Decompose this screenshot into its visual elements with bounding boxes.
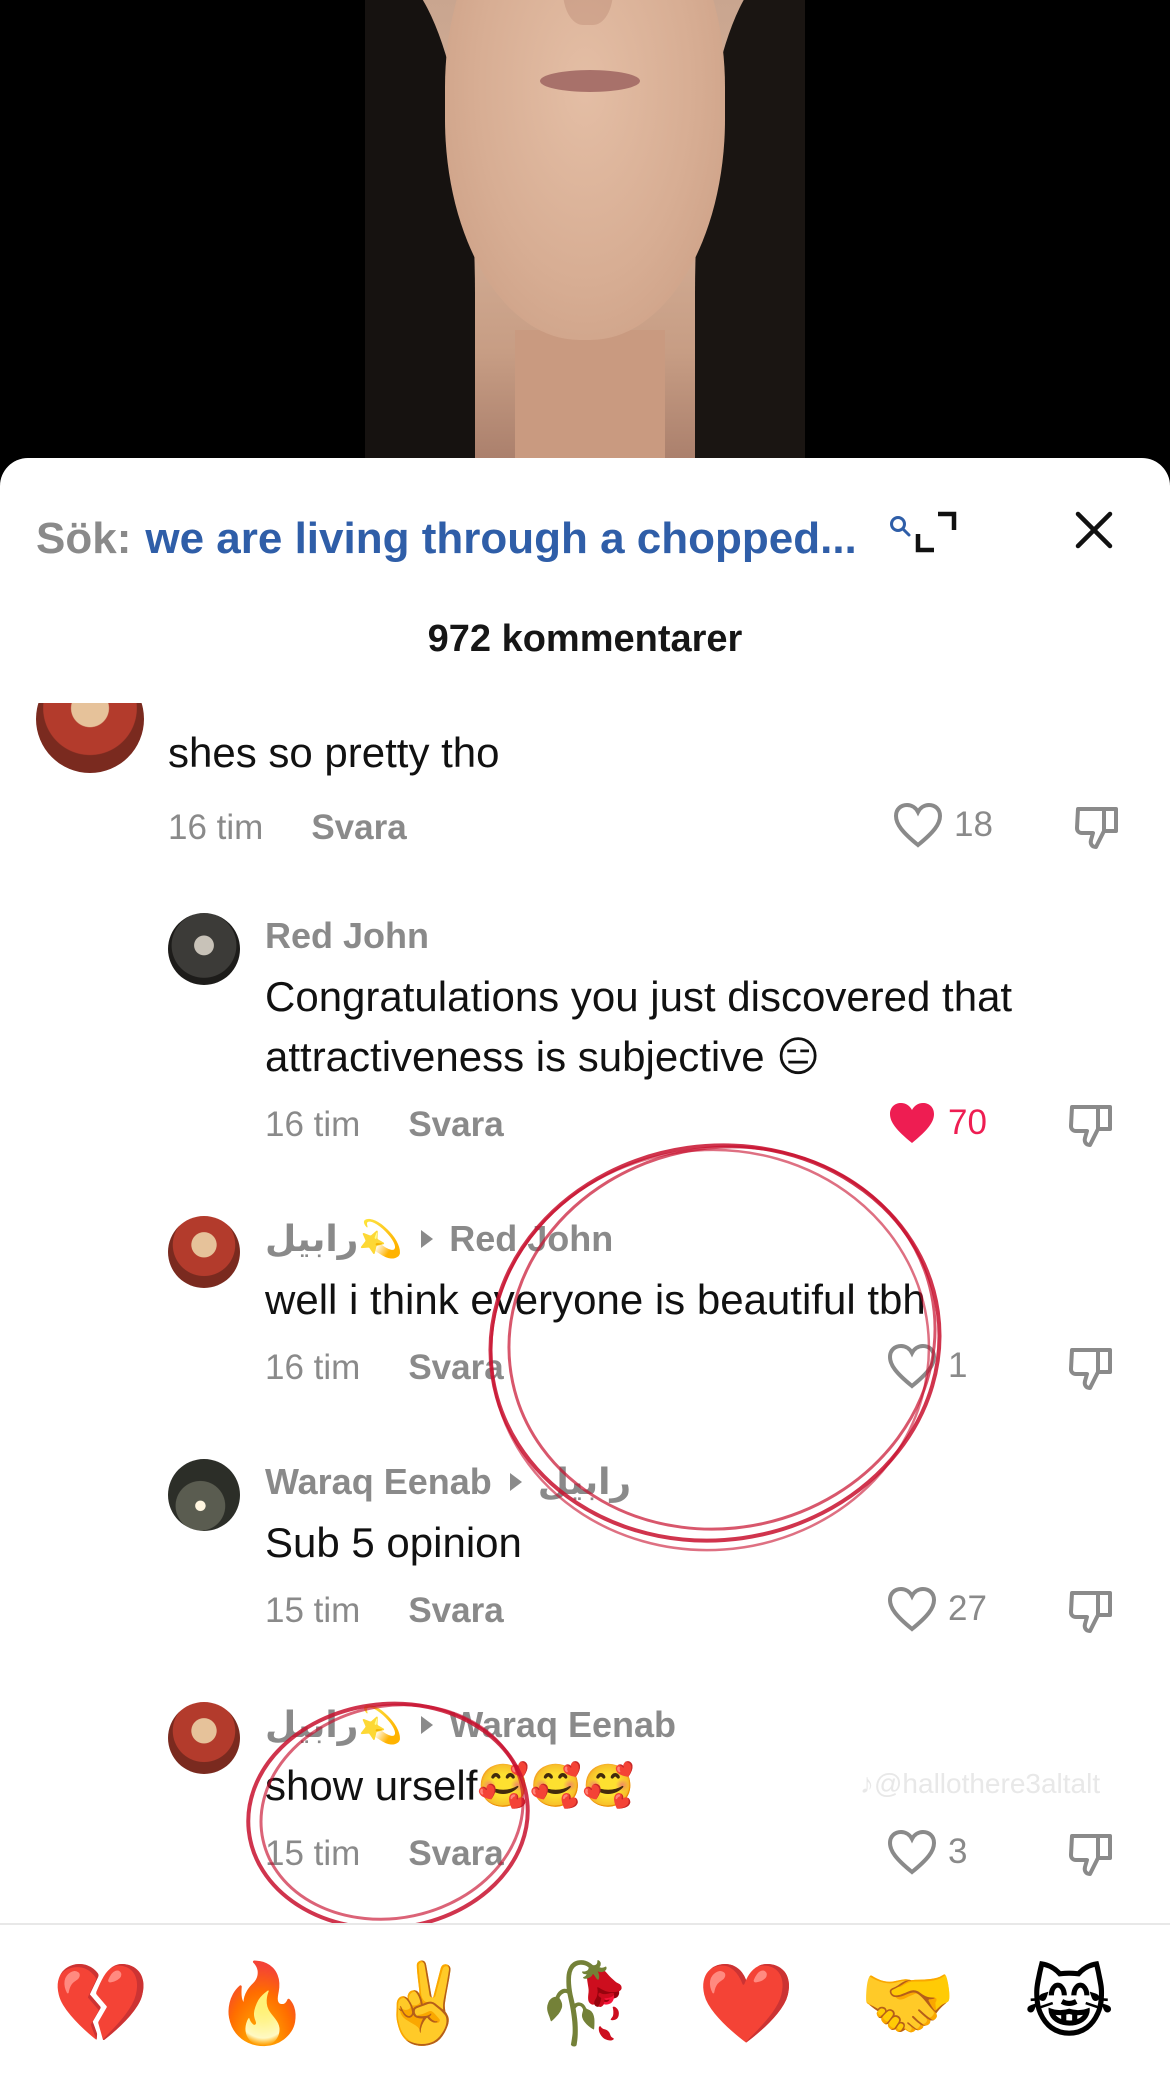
watermark: ♪@hallothere3altalt (860, 1768, 1101, 1799)
like-button[interactable]: 1 (886, 1342, 967, 1390)
like-button[interactable]: 27 (886, 1585, 987, 1633)
comments-sheet: Sök: we are living through a chopped... … (0, 458, 1170, 2080)
like-button[interactable]: 18 (892, 801, 993, 849)
dislike-icon[interactable] (1066, 1344, 1116, 1394)
comment-username[interactable]: Waraq Eenab رابيل (265, 1461, 631, 1503)
comment-username[interactable]: رابيل💫 Waraq Eenab (265, 1704, 676, 1746)
comment-meta: 15 tim Svara (265, 1834, 504, 1874)
like-count: 1 (948, 1346, 968, 1385)
comment-text: well i think everyone is beautiful tbh (265, 1276, 926, 1323)
comment-time: 16 tim (168, 808, 264, 847)
like-count: 70 (948, 1103, 987, 1142)
reply-button[interactable]: Svara (408, 1834, 503, 1873)
avatar[interactable] (168, 1459, 240, 1531)
avatar[interactable] (36, 703, 144, 773)
comment-text: shes so pretty tho (168, 729, 500, 776)
comment-text: show urself🥰🥰🥰 (265, 1762, 635, 1809)
like-count: 18 (954, 805, 993, 844)
heart-icon (887, 1829, 937, 1875)
like-button[interactable]: 70 (886, 1099, 987, 1147)
handshake-emoji[interactable]: 🤝 (853, 1964, 963, 2042)
heart-icon (887, 1343, 937, 1389)
reply-button[interactable]: Svara (408, 1348, 503, 1387)
search-suggestion[interactable]: Sök: we are living through a chopped... (36, 504, 1136, 574)
search-query-link[interactable]: we are living through a chopped... (145, 514, 856, 564)
dislike-icon[interactable] (1072, 803, 1122, 853)
wilted-rose-emoji[interactable]: 🥀 (530, 1964, 640, 2042)
comment-time: 15 tim (265, 1591, 361, 1630)
cat-tears-of-joy-emoji[interactable]: 😹 (1014, 1964, 1124, 2042)
comment-time: 15 tim (265, 1834, 361, 1873)
close-icon[interactable] (1070, 506, 1118, 554)
comment-text: Congratulations you just discovered that… (265, 973, 1013, 1080)
video-player[interactable] (0, 0, 1170, 470)
comment-username[interactable]: Red John (265, 915, 429, 957)
like-button[interactable]: 3 (886, 1828, 967, 1876)
reply-caret-icon (421, 1230, 434, 1248)
reply-to-user: Waraq Eenab (449, 1704, 676, 1745)
avatar[interactable] (168, 1216, 240, 1288)
comment-text: Sub 5 opinion (265, 1519, 522, 1566)
red-heart-emoji[interactable]: ❤️ (691, 1964, 801, 2042)
reply-caret-icon (509, 1473, 522, 1491)
emoji-reaction-bar: 💔 🔥 ✌️ 🥀 ❤️ 🤝 😹 (0, 1923, 1170, 2080)
heart-icon (893, 802, 943, 848)
avatar[interactable] (168, 913, 240, 985)
reply-button[interactable]: Svara (408, 1105, 503, 1144)
heart-icon (887, 1586, 937, 1632)
comment-count: 972 kommentarer (427, 618, 743, 660)
fire-emoji[interactable]: 🔥 (207, 1964, 317, 2042)
comment-meta: 16 tim Svara (265, 1105, 504, 1145)
reply-button[interactable]: Svara (408, 1591, 503, 1630)
broken-heart-emoji[interactable]: 💔 (46, 1964, 156, 2042)
search-prefix: Sök: (36, 514, 132, 563)
comment-list[interactable]: shes so pretty tho 16 tim Svara 18 Red Jo… (0, 703, 1170, 1883)
person-face (445, 0, 725, 340)
dislike-icon[interactable] (1066, 1587, 1116, 1637)
like-count: 3 (948, 1832, 968, 1871)
avatar[interactable] (168, 1702, 240, 1774)
heart-filled-icon (890, 1103, 934, 1143)
comment-time: 16 tim (265, 1348, 361, 1387)
expand-icon[interactable] (912, 508, 960, 556)
comment-meta: 16 tim Svara (265, 1348, 504, 1388)
video-frame (365, 0, 805, 470)
like-count: 27 (948, 1589, 987, 1628)
search-icon[interactable] (888, 514, 912, 538)
reply-to-user: رابيل (537, 1461, 632, 1502)
comment-meta: 16 tim Svara (168, 808, 407, 848)
dislike-icon[interactable] (1066, 1101, 1116, 1151)
victory-hand-emoji[interactable]: ✌️ (369, 1964, 479, 2042)
comment-time: 16 tim (265, 1105, 361, 1144)
comment-username[interactable]: رابيل💫 Red John (265, 1218, 613, 1260)
comment-meta: 15 tim Svara (265, 1591, 504, 1631)
dislike-icon[interactable] (1066, 1830, 1116, 1880)
reply-to-user: Red John (449, 1218, 614, 1259)
reply-caret-icon (421, 1716, 434, 1734)
reply-button[interactable]: Svara (311, 808, 406, 847)
